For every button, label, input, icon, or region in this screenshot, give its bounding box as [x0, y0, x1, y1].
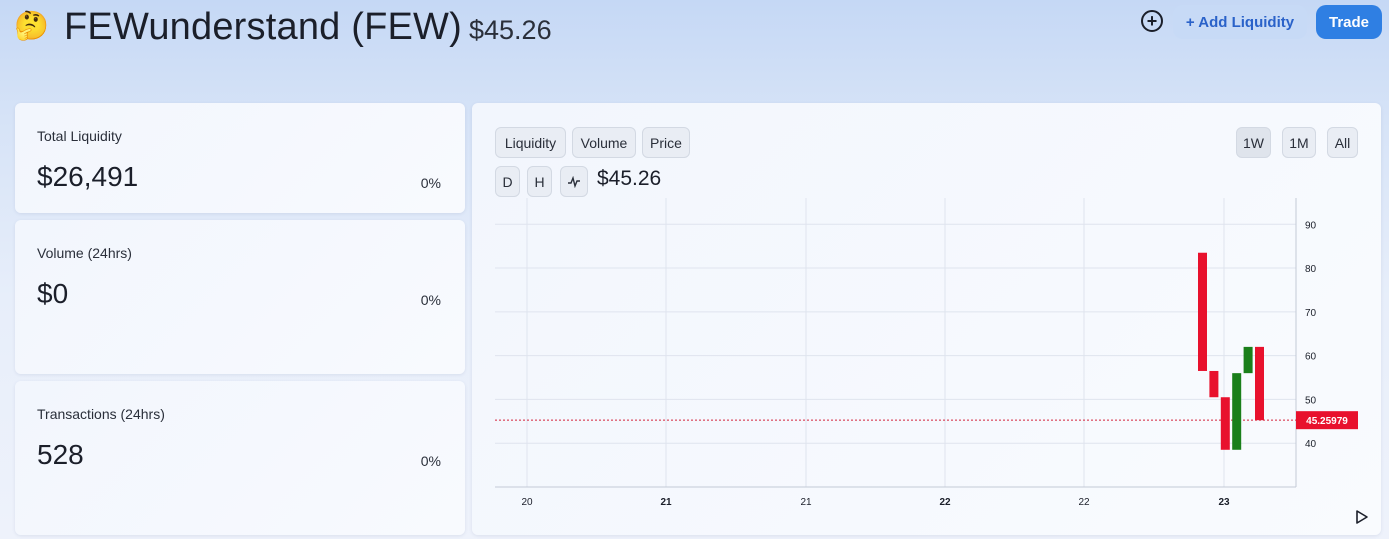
stat-label: Transactions (24hrs) [37, 406, 165, 422]
x-tick-label: 22 [939, 497, 951, 508]
last-price-label: 45.25979 [1306, 416, 1348, 427]
price-chart-card: Liquidity Volume Price 1W 1M All D H $45… [472, 103, 1381, 535]
token-emoji-icon: 🤔 [14, 10, 49, 41]
x-tick-label: 22 [1078, 497, 1090, 508]
x-tick-label: 20 [521, 497, 533, 508]
token-header: 🤔 FEWunderstand (FEW) $45.26 + + Add Liq… [0, 0, 1389, 60]
stat-label: Volume (24hrs) [37, 245, 132, 261]
plus-circle-icon[interactable]: + [1141, 10, 1163, 32]
play-icon[interactable] [1355, 509, 1369, 525]
stat-value: $26,491 [37, 161, 139, 192]
stat-change: 0% [420, 292, 441, 308]
y-tick-label: 50 [1305, 395, 1317, 406]
token-price: $45.26 [469, 15, 552, 45]
x-tick-label: 21 [660, 497, 672, 508]
y-tick-label: 80 [1305, 264, 1317, 275]
y-tick-label: 60 [1305, 352, 1317, 363]
y-tick-label: 40 [1305, 439, 1317, 450]
candle-down [1255, 346, 1264, 421]
total-liquidity-card: Total Liquidity $26,491 0% [15, 103, 465, 213]
stat-value: $0 [37, 278, 69, 309]
y-tick-label: 90 [1305, 220, 1317, 231]
candle-up [1243, 346, 1253, 374]
candlestick-chart: 20 21 21 22 22 23 40 50 60 70 80 90 45.25979 [495, 198, 1358, 508]
x-tick-label: 23 [1218, 497, 1230, 508]
candle-down [1209, 370, 1219, 398]
token-name: FEWunderstand (FEW) [64, 6, 462, 48]
x-tick-label: 21 [800, 497, 812, 508]
stat-label: Total Liquidity [37, 128, 122, 144]
volume-card: Volume (24hrs) $0 0% [15, 220, 465, 374]
stat-change: 0% [420, 453, 441, 469]
trade-button[interactable]: Trade [1316, 5, 1382, 39]
add-liquidity-button[interactable]: + Add Liquidity [1173, 5, 1307, 39]
candle-up [1232, 373, 1242, 450]
stat-value: 528 [37, 439, 84, 470]
transactions-card: Transactions (24hrs) 528 0% [15, 381, 465, 535]
y-tick-label: 70 [1305, 308, 1317, 319]
stat-change: 0% [420, 175, 441, 191]
candle-down [1220, 397, 1230, 450]
candle-down [1198, 252, 1207, 371]
